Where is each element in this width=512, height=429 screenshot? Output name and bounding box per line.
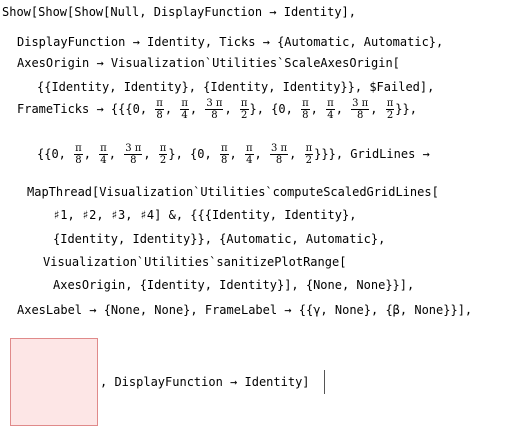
graphics-placeholder[interactable] — [10, 338, 98, 426]
fraction: π4 — [244, 143, 254, 166]
code-line-8: MapThread[Visualization`Utilities`comput… — [27, 185, 439, 199]
fraction: π8 — [219, 143, 229, 166]
code-line-11: Visualization`Utilities`sanitizePlotRang… — [43, 255, 347, 269]
fraction: π4 — [99, 143, 108, 166]
frame-ticks-label: FrameTicks → {{{0, — [17, 102, 148, 116]
closing-bracket — [324, 370, 325, 394]
code-line-9: ♯1, ♯2, ♯3, ♯4] &, {{{Identity, Identity… — [53, 208, 357, 222]
fraction: π4 — [180, 98, 189, 121]
code-line-13: AxesLabel → {None, None}, FrameLabel → {… — [17, 303, 473, 317]
fraction: 3 π8 — [205, 98, 224, 121]
frame-ticks-line-2: {{0, π8, π4, 3 π8, π 2}, {0, π8, π4, 3 π8… — [37, 143, 430, 166]
fraction: π8 — [301, 98, 310, 121]
grid-lines-label: }}}, GridLines → — [314, 147, 430, 161]
code-line-3: AxesOrigin → Visualization`Utilities`Sca… — [17, 56, 400, 70]
code-line-10: {Identity, Identity}}, {Automatic, Autom… — [53, 232, 386, 246]
fraction: π2 — [158, 143, 168, 166]
code-line-1: Show[Show[Show[Null, DisplayFunction → I… — [2, 5, 357, 19]
frame-ticks-open: {{0, — [37, 147, 66, 161]
code-line-2: DisplayFunction → Identity, Ticks → {Aut… — [17, 35, 444, 49]
fraction: π8 — [155, 98, 164, 121]
fraction: 3 π8 — [124, 143, 143, 166]
frame-ticks-line: FrameTicks → {{{0, π8, π4, 3 π8, π 2}, {0… — [17, 98, 417, 121]
code-line-12: AxesOrigin, {Identity, Identity}], {None… — [53, 278, 415, 292]
fraction: 3 π8 — [351, 98, 370, 121]
fraction: π4 — [326, 98, 335, 121]
code-line-14: , DisplayFunction → Identity] — [100, 375, 310, 389]
code-line-4: {{Identity, Identity}, {Identity, Identi… — [37, 80, 435, 94]
fraction: π2 — [239, 98, 249, 121]
fraction: π2 — [385, 98, 395, 121]
fraction: 3 π8 — [270, 143, 289, 166]
fraction: π2 — [304, 143, 314, 166]
fraction: π8 — [74, 143, 83, 166]
